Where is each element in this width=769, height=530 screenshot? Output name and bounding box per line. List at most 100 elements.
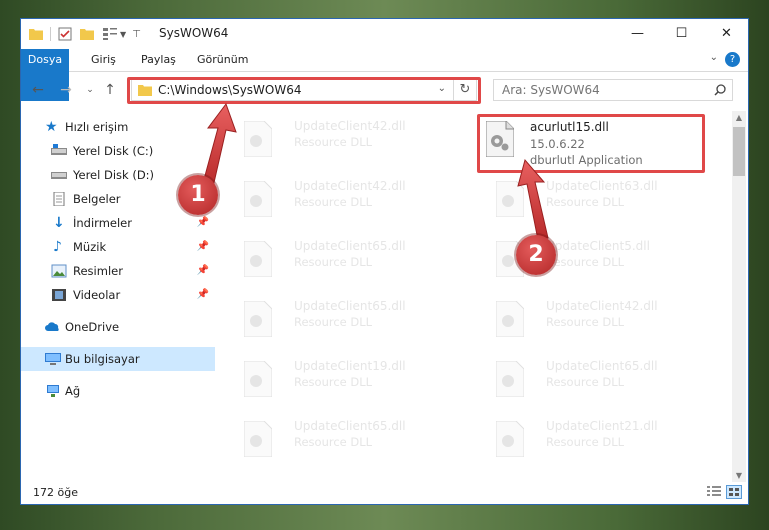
selected-file-highlight-box (477, 114, 705, 173)
vertical-scrollbar[interactable]: ▲ ▼ (732, 111, 746, 483)
sidebar-item-music[interactable]: ♪ Müzik 📌 (21, 235, 215, 259)
scroll-down-icon[interactable]: ▼ (732, 469, 746, 483)
file-type: Resource DLL (294, 255, 373, 269)
sidebar-item-videos[interactable]: Videolar 📌 (21, 283, 215, 307)
file-type: Resource DLL (546, 435, 625, 449)
sidebar-item-label: Belgeler (73, 192, 121, 206)
file-name: UpdateClient42.dll (546, 299, 658, 313)
list-item[interactable]: UpdateClient65.dll Resource DLL (488, 355, 718, 407)
callout-number-2: 2 (516, 235, 556, 275)
recent-locations-button[interactable]: ⌄ (81, 81, 99, 99)
address-highlight-box (127, 77, 481, 104)
list-item[interactable]: UpdateClient42.dll Resource DLL (488, 295, 718, 347)
file-type: Resource DLL (294, 195, 373, 209)
file-name: UpdateClient65.dll (546, 359, 658, 373)
sidebar-item-label: Ağ (65, 384, 81, 398)
scroll-up-icon[interactable]: ▲ (732, 111, 746, 125)
list-item[interactable]: UpdateClient42.dll Resource DLL (236, 175, 466, 227)
download-icon: ↓ (53, 215, 65, 231)
scroll-thumb[interactable] (733, 127, 745, 176)
view-options-icon[interactable] (102, 27, 118, 41)
file-name: UpdateClient65.dll (294, 299, 406, 313)
minimize-button[interactable]: — (615, 19, 660, 49)
separator (50, 27, 51, 41)
sidebar-item-label: İndirmeler (73, 216, 132, 230)
search-input[interactable] (502, 83, 702, 97)
sidebar-item-pictures[interactable]: Resimler 📌 (21, 259, 215, 283)
tab-share[interactable]: Paylaş (141, 49, 176, 71)
sidebar-item-quick-access[interactable]: ★ Hızlı erişim (21, 115, 215, 139)
file-type: Resource DLL (294, 435, 373, 449)
file-type: Resource DLL (546, 375, 625, 389)
dll-file-icon (244, 421, 272, 457)
dll-file-icon (244, 181, 272, 217)
list-item[interactable]: UpdateClient63.dll Resource DLL (488, 175, 718, 227)
up-button[interactable]: ↑ (101, 81, 119, 99)
dll-file-icon (244, 361, 272, 397)
dll-file-icon (244, 301, 272, 337)
file-type: Resource DLL (546, 255, 625, 269)
sidebar-item-this-pc[interactable]: Bu bilgisayar (21, 347, 215, 371)
list-item[interactable]: UpdateClient65.dll Resource DLL (236, 235, 466, 287)
item-count: 172 öğe (33, 486, 78, 499)
sidebar-item-local-disk-c[interactable]: Yerel Disk (C:) (21, 139, 215, 163)
list-item[interactable]: UpdateClient21.dll Resource DLL (488, 415, 718, 467)
sidebar-item-label: Bu bilgisayar (65, 352, 140, 366)
file-name: UpdateClient21.dll (546, 419, 658, 433)
folder-icon (29, 29, 43, 40)
sidebar-item-label: Yerel Disk (C:) (73, 144, 154, 158)
tiles-view-icon[interactable] (726, 485, 742, 499)
ribbon-tabs: Dosya Giriş Paylaş Görünüm ? ⌄ (21, 49, 748, 101)
details-view-icon[interactable] (706, 485, 722, 499)
pictures-icon (51, 264, 67, 278)
sidebar-item-onedrive[interactable]: OneDrive (21, 315, 215, 339)
explorer-window: ▼ ⊤ SysWOW64 — ☐ ✕ Dosya Giriş Paylaş Gö… (20, 18, 749, 505)
sidebar-item-network[interactable]: Ağ (21, 379, 215, 403)
list-item[interactable]: UpdateClient65.dll Resource DLL (236, 295, 466, 347)
file-name: UpdateClient42.dll (294, 179, 406, 193)
file-name: UpdateClient5.dll (546, 239, 650, 253)
properties-icon[interactable] (58, 27, 72, 41)
quick-access-toolbar: ▼ ⊤ (29, 25, 141, 43)
tab-view[interactable]: Görünüm (197, 49, 248, 71)
sidebar-item-label: OneDrive (65, 320, 120, 334)
customize-toolbar-icon[interactable]: ⊤ (132, 29, 141, 40)
tab-home[interactable]: Giriş (91, 49, 116, 71)
dll-file-icon (244, 241, 272, 277)
pin-icon[interactable]: 📌 (197, 235, 209, 259)
list-item[interactable]: UpdateClient42.dll Resource DLL (236, 115, 466, 167)
dll-file-icon (496, 361, 524, 397)
file-name: UpdateClient65.dll (294, 419, 406, 433)
back-button[interactable]: ← (29, 81, 47, 99)
sidebar-item-label: Videolar (73, 288, 121, 302)
search-box[interactable] (493, 79, 733, 101)
computer-icon (45, 353, 61, 365)
window-title: SysWOW64 (159, 26, 229, 40)
search-icon[interactable] (714, 84, 726, 96)
dropdown-arrow-icon[interactable]: ▼ (120, 30, 126, 39)
drive-icon (51, 172, 67, 179)
list-item[interactable]: UpdateClient65.dll Resource DLL (236, 415, 466, 467)
new-folder-icon[interactable] (80, 28, 94, 40)
file-type: Resource DLL (294, 375, 373, 389)
pin-icon[interactable]: 📌 (197, 259, 209, 283)
forward-button[interactable]: → (57, 81, 75, 99)
expand-ribbon-icon[interactable]: ⌄ (710, 52, 718, 63)
list-item[interactable]: UpdateClient19.dll Resource DLL (236, 355, 466, 407)
sidebar-item-label: Yerel Disk (D:) (73, 168, 155, 182)
dll-file-icon (496, 301, 524, 337)
close-button[interactable]: ✕ (704, 19, 748, 49)
callout-number-1: 1 (178, 175, 218, 215)
sidebar-item-label: Resimler (73, 264, 123, 278)
network-icon (47, 385, 59, 397)
sidebar-item-downloads[interactable]: ↓ İndirmeler 📌 (21, 211, 215, 235)
pin-icon[interactable]: 📌 (197, 283, 209, 307)
sidebar-item-label: Hızlı erişim (65, 120, 129, 134)
title-bar: ▼ ⊤ SysWOW64 — ☐ ✕ (21, 19, 748, 49)
maximize-button[interactable]: ☐ (659, 19, 704, 49)
help-icon[interactable]: ? (725, 52, 740, 67)
file-name: UpdateClient65.dll (294, 239, 406, 253)
file-name: UpdateClient63.dll (546, 179, 658, 193)
music-icon: ♪ (53, 239, 62, 255)
navigation-bar: ← → ⌄ ↑ C:\Windows\SysWOW64 ⌄ ↻ (21, 72, 748, 108)
